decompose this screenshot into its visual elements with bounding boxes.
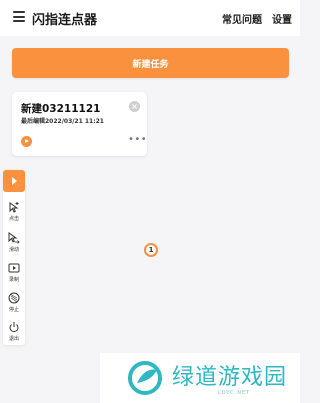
task-last-edit: 最后编辑2022/03/21 11:21: [21, 118, 104, 125]
toolbar-label-click: 点击: [8, 216, 19, 222]
play-icon[interactable]: [21, 136, 32, 147]
watermark-sub: LDYC.NET: [218, 390, 251, 396]
watermark-text: 绿道游戏园: [172, 365, 288, 390]
watermark-logo-icon: [128, 361, 162, 395]
menu-icon[interactable]: [13, 11, 25, 22]
stop-icon: [8, 292, 20, 304]
faq-link[interactable]: 常见问题: [222, 11, 262, 26]
toolbar-label-record: 录制: [8, 277, 19, 283]
toolbar-item-record[interactable]: 录制: [3, 262, 25, 286]
task-card[interactable]: 新建03211121 最后编辑2022/03/21 11:21 × •••: [12, 92, 147, 156]
watermark: 绿道游戏园 LDYC.NET: [100, 353, 300, 403]
toolbar-item-stop[interactable]: 停止: [3, 292, 25, 316]
toolbar-item-swipe[interactable]: 滑动: [3, 232, 25, 256]
add-click-icon: [9, 202, 19, 213]
close-icon[interactable]: ×: [129, 101, 140, 112]
settings-link[interactable]: 设置: [272, 11, 292, 26]
toolbar-play-icon[interactable]: [3, 170, 25, 192]
toolbar-item-exit[interactable]: 退出: [3, 321, 25, 345]
top-bar: 闪指连点器 常见问题 设置: [0, 0, 300, 36]
toolbar-label-exit: 退出: [8, 336, 19, 342]
swipe-icon: [8, 232, 20, 244]
click-point-marker[interactable]: 1: [144, 243, 158, 257]
toolbar-item-click[interactable]: 点击: [3, 201, 25, 225]
record-icon: [8, 263, 20, 273]
floating-toolbar: 点击 滑动 录制 停止 退出: [3, 170, 25, 345]
toolbar-label-stop: 停止: [8, 307, 19, 313]
more-icon[interactable]: •••: [128, 135, 147, 145]
app-title: 闪指连点器: [32, 13, 98, 28]
toolbar-label-swipe: 滑动: [8, 247, 19, 253]
exit-icon: [9, 322, 19, 333]
task-name: 新建03211121: [21, 103, 101, 115]
new-task-button[interactable]: 新建任务: [12, 48, 289, 78]
